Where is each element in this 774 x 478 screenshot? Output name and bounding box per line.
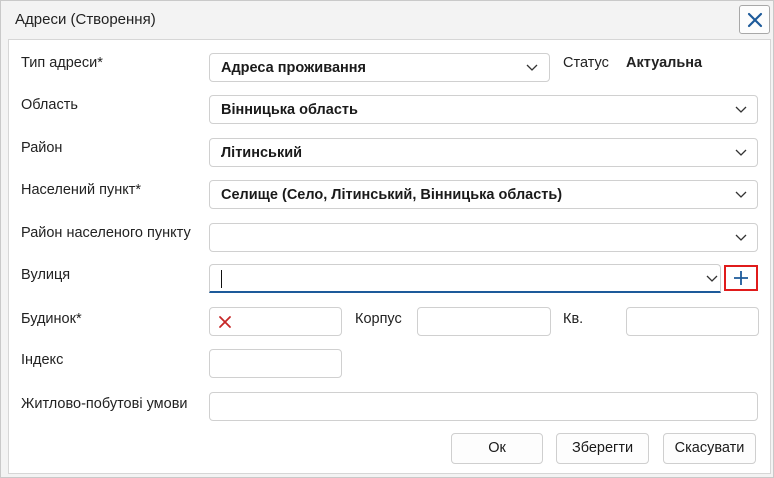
plus-icon — [734, 271, 748, 285]
address-dialog: Адреси (Створення) Тип адреси* Адреса пр… — [0, 0, 774, 478]
district-select[interactable]: Літинський — [209, 138, 758, 167]
region-label: Область — [21, 97, 78, 113]
dialog-title: Адреси (Створення) — [15, 11, 156, 28]
chevron-down-icon — [735, 191, 747, 198]
street-input[interactable] — [209, 264, 721, 293]
postcode-input[interactable] — [209, 349, 342, 378]
title-bar: Адреси (Створення) — [1, 1, 773, 39]
apartment-label: Кв. — [563, 311, 584, 327]
close-button[interactable] — [739, 5, 770, 34]
chevron-down-icon[interactable] — [706, 273, 718, 283]
chevron-down-icon — [735, 149, 747, 156]
district-value: Літинський — [221, 145, 303, 161]
region-select[interactable]: Вінницька область — [209, 95, 758, 124]
block-label: Корпус — [355, 311, 402, 327]
ok-button[interactable]: Ок — [451, 433, 543, 464]
street-label: Вулиця — [21, 267, 71, 283]
chevron-down-icon — [735, 106, 747, 113]
apartment-input[interactable] — [626, 307, 759, 336]
living-conditions-input[interactable] — [209, 392, 758, 421]
error-x-icon — [219, 316, 231, 328]
settlement-district-label: Район населеного пункту — [21, 225, 191, 241]
building-label: Будинок* — [21, 311, 82, 327]
block-input[interactable] — [417, 307, 551, 336]
address-type-label: Тип адреси* — [21, 55, 103, 71]
status-value: Актуальна — [626, 55, 703, 71]
add-street-button[interactable] — [724, 265, 758, 291]
close-icon — [747, 12, 762, 27]
settlement-value: Селище (Село, Літинський, Вінницька обла… — [221, 187, 563, 203]
region-value: Вінницька область — [221, 102, 358, 118]
building-input[interactable] — [209, 307, 342, 336]
district-label: Район — [21, 140, 63, 156]
address-type-select[interactable]: Адреса проживання — [209, 53, 550, 82]
chevron-down-icon — [735, 234, 747, 241]
text-cursor — [221, 270, 222, 288]
living-conditions-label: Житлово-побутові умови — [21, 396, 188, 412]
settlement-select[interactable]: Селище (Село, Літинський, Вінницька обла… — [209, 180, 758, 209]
postcode-label: Індекс — [21, 352, 64, 368]
chevron-down-icon — [526, 64, 538, 71]
address-type-value: Адреса проживання — [221, 60, 366, 76]
settlement-district-select[interactable] — [209, 223, 758, 252]
cancel-button[interactable]: Скасувати — [663, 433, 756, 464]
status-label: Статус — [563, 55, 609, 71]
save-button[interactable]: Зберегти — [556, 433, 649, 464]
settlement-label: Населений пункт* — [21, 182, 142, 198]
